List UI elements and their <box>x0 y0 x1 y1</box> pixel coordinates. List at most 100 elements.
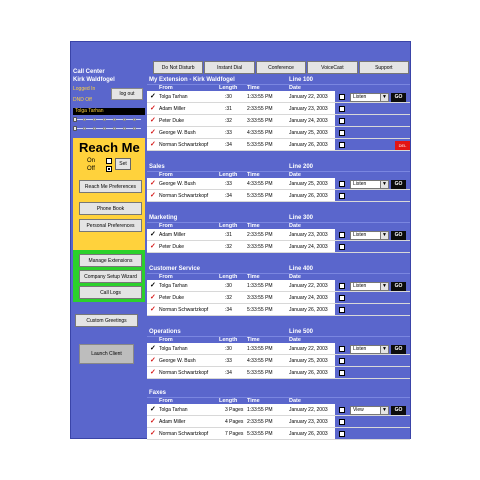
volume-slider[interactable] <box>73 117 143 122</box>
panel-header: Faxes <box>147 389 410 397</box>
select-checkbox[interactable] <box>339 346 345 352</box>
launch-client-button[interactable]: Launch Client <box>79 344 134 364</box>
action-select[interactable]: Listen ▼ <box>350 231 389 240</box>
check-icon: ✓ <box>150 369 156 376</box>
panel-title: My Extension - Kirk Waldfogel <box>149 77 235 83</box>
select-checkbox[interactable] <box>339 307 345 313</box>
call-logs-button[interactable]: Call Logs <box>79 286 142 299</box>
login-status: Logged In <box>73 86 96 92</box>
table-row[interactable]: ✓ Norman Schwartzkopf :34 5:33:55 PM Jan… <box>147 367 410 379</box>
select-checkbox[interactable] <box>339 283 345 289</box>
table-row[interactable]: ✓ Adam Miller :31 2:33:55 PM January 23,… <box>147 103 410 115</box>
go-button[interactable]: GO <box>391 231 406 240</box>
go-button[interactable]: GO <box>391 406 406 415</box>
select-checkbox[interactable] <box>339 118 345 124</box>
panel-header: My Extension - Kirk Waldfogel Line 100 <box>147 76 410 84</box>
slider-handle[interactable] <box>73 126 77 131</box>
admin-panel: Manage Extensions Company Setup Wizard C… <box>73 250 145 302</box>
table-row[interactable]: ✓ Peter Duke :32 3:33:55 PM January 24, … <box>147 241 410 253</box>
table-row[interactable]: ✓ Adam Miller 4 Pages 2:33:55 PM January… <box>147 416 410 428</box>
table-row[interactable]: ✓ Norman Schwartzkopf :34 5:33:55 PM Jan… <box>147 139 410 151</box>
select-checkbox[interactable] <box>339 181 345 187</box>
panel-sales: Sales Line 200 From Length Time Date ✓ G… <box>147 163 410 202</box>
select-checkbox[interactable] <box>339 193 345 199</box>
action-select[interactable]: Listen ▼ <box>350 180 389 189</box>
panel-marketing: Marketing Line 300 From Length Time Date… <box>147 214 410 253</box>
on-radio[interactable] <box>106 158 112 164</box>
instant-dial-button[interactable]: Instant Dial <box>204 61 255 74</box>
panel-line: Line 500 <box>289 329 314 335</box>
panel-title: Operations <box>149 329 181 335</box>
off-radio[interactable] <box>106 166 112 172</box>
go-button[interactable]: GO <box>391 93 406 102</box>
panel-title: Customer Service <box>149 266 201 272</box>
do-not-disturb-button[interactable]: Do Not Disturb <box>153 61 204 74</box>
company-setup-wizard-button[interactable]: Company Setup Wizard <box>79 270 142 283</box>
select-checkbox[interactable] <box>339 142 345 148</box>
fax-list: ✓ Tolga Tarhan 3 Pages 1:33:55 PM Januar… <box>147 404 410 440</box>
panel-line: Line 100 <box>289 77 314 83</box>
select-checkbox[interactable] <box>339 370 345 376</box>
phone-book-button[interactable]: Phone Book <box>79 202 142 215</box>
select-checkbox[interactable] <box>339 130 345 136</box>
select-checkbox[interactable] <box>339 232 345 238</box>
check-icon: ✓ <box>150 117 156 124</box>
logout-button[interactable]: log out <box>111 88 143 100</box>
table-row[interactable]: ✓ Norman Schwartzkopf 7 Pages 5:33:55 PM… <box>147 428 410 440</box>
select-checkbox[interactable] <box>339 407 345 413</box>
sidebar: Call Center Kirk Waldfogel Logged In DND… <box>71 42 147 438</box>
action-select[interactable]: View ▼ <box>350 406 389 415</box>
panel-line: Line 400 <box>289 266 314 272</box>
set-button[interactable]: Set <box>115 158 131 170</box>
custom-greetings-button[interactable]: Custom Greetings <box>75 314 138 327</box>
table-row[interactable]: ✓ Norman Schwartzkopf :34 5:33:55 PM Jan… <box>147 304 410 316</box>
select-checkbox[interactable] <box>339 419 345 425</box>
support-button[interactable]: Support <box>358 61 410 74</box>
dnd-status: DND Off <box>73 97 92 103</box>
chevron-down-icon: ▼ <box>380 346 388 353</box>
reach-me-preferences-button[interactable]: Reach Me Preferences <box>79 180 142 193</box>
select-checkbox[interactable] <box>339 244 345 250</box>
check-icon: ✓ <box>150 243 156 250</box>
action-select[interactable]: Listen ▼ <box>350 282 389 291</box>
panel-title: Sales <box>149 164 165 170</box>
action-select[interactable]: Listen ▼ <box>350 345 389 354</box>
personal-preferences-button[interactable]: Personal Preferences <box>79 219 142 232</box>
table-row[interactable]: ✓ George W. Bush :33 4:33:55 PM January … <box>147 355 410 367</box>
balance-slider[interactable] <box>73 126 143 131</box>
call-center-window: Call Center Kirk Waldfogel Logged In DND… <box>70 41 411 440</box>
check-icon: ✓ <box>150 418 156 425</box>
table-row[interactable]: ✓ Norman Schwartzkopf :34 5:33:55 PM Jan… <box>147 190 410 202</box>
check-icon: ✓ <box>150 306 156 313</box>
delete-flag[interactable]: DEL <box>395 141 410 150</box>
message-list: ✓ Adam Miller :31 2:33:55 PM January 23,… <box>147 229 410 253</box>
go-button[interactable]: GO <box>391 345 406 354</box>
column-header: From Length Time Date <box>147 397 410 404</box>
chevron-down-icon: ▼ <box>380 407 388 414</box>
action-select[interactable]: Listen ▼ <box>350 93 389 102</box>
go-button[interactable]: GO <box>391 282 406 291</box>
table-row[interactable]: ✓ Peter Duke :32 3:33:55 PM January 24, … <box>147 115 410 127</box>
manage-extensions-button[interactable]: Manage Extensions <box>79 254 142 267</box>
select-checkbox[interactable] <box>339 358 345 364</box>
column-header: From Length Time Date <box>147 336 410 343</box>
panel-faxes: Faxes From Length Time Date ✓ Tolga Tarh… <box>147 389 410 440</box>
slider-handle[interactable] <box>73 117 77 122</box>
conference-button[interactable]: Conference <box>255 61 307 74</box>
column-header: From Length Time Date <box>147 273 410 280</box>
panel-my-extension: My Extension - Kirk Waldfogel Line 100 F… <box>147 76 410 151</box>
reach-me-title: Reach Me <box>79 140 140 155</box>
panel-title: Faxes <box>149 390 167 396</box>
go-button[interactable]: GO <box>391 180 406 189</box>
voicecast-button[interactable]: VoiceCast <box>307 61 358 74</box>
table-row[interactable]: ✓ George W. Bush :33 4:33:55 PM January … <box>147 127 410 139</box>
check-icon: ✓ <box>150 129 156 136</box>
select-checkbox[interactable] <box>339 106 345 112</box>
table-row[interactable]: ✓ Peter Duke :32 3:33:55 PM January 24, … <box>147 292 410 304</box>
select-checkbox[interactable] <box>339 295 345 301</box>
check-icon: ✓ <box>150 231 156 238</box>
panel-header: Marketing Line 300 <box>147 214 410 222</box>
panel-customer-service: Customer Service Line 400 From Length Ti… <box>147 265 410 316</box>
select-checkbox[interactable] <box>339 431 345 437</box>
select-checkbox[interactable] <box>339 94 345 100</box>
